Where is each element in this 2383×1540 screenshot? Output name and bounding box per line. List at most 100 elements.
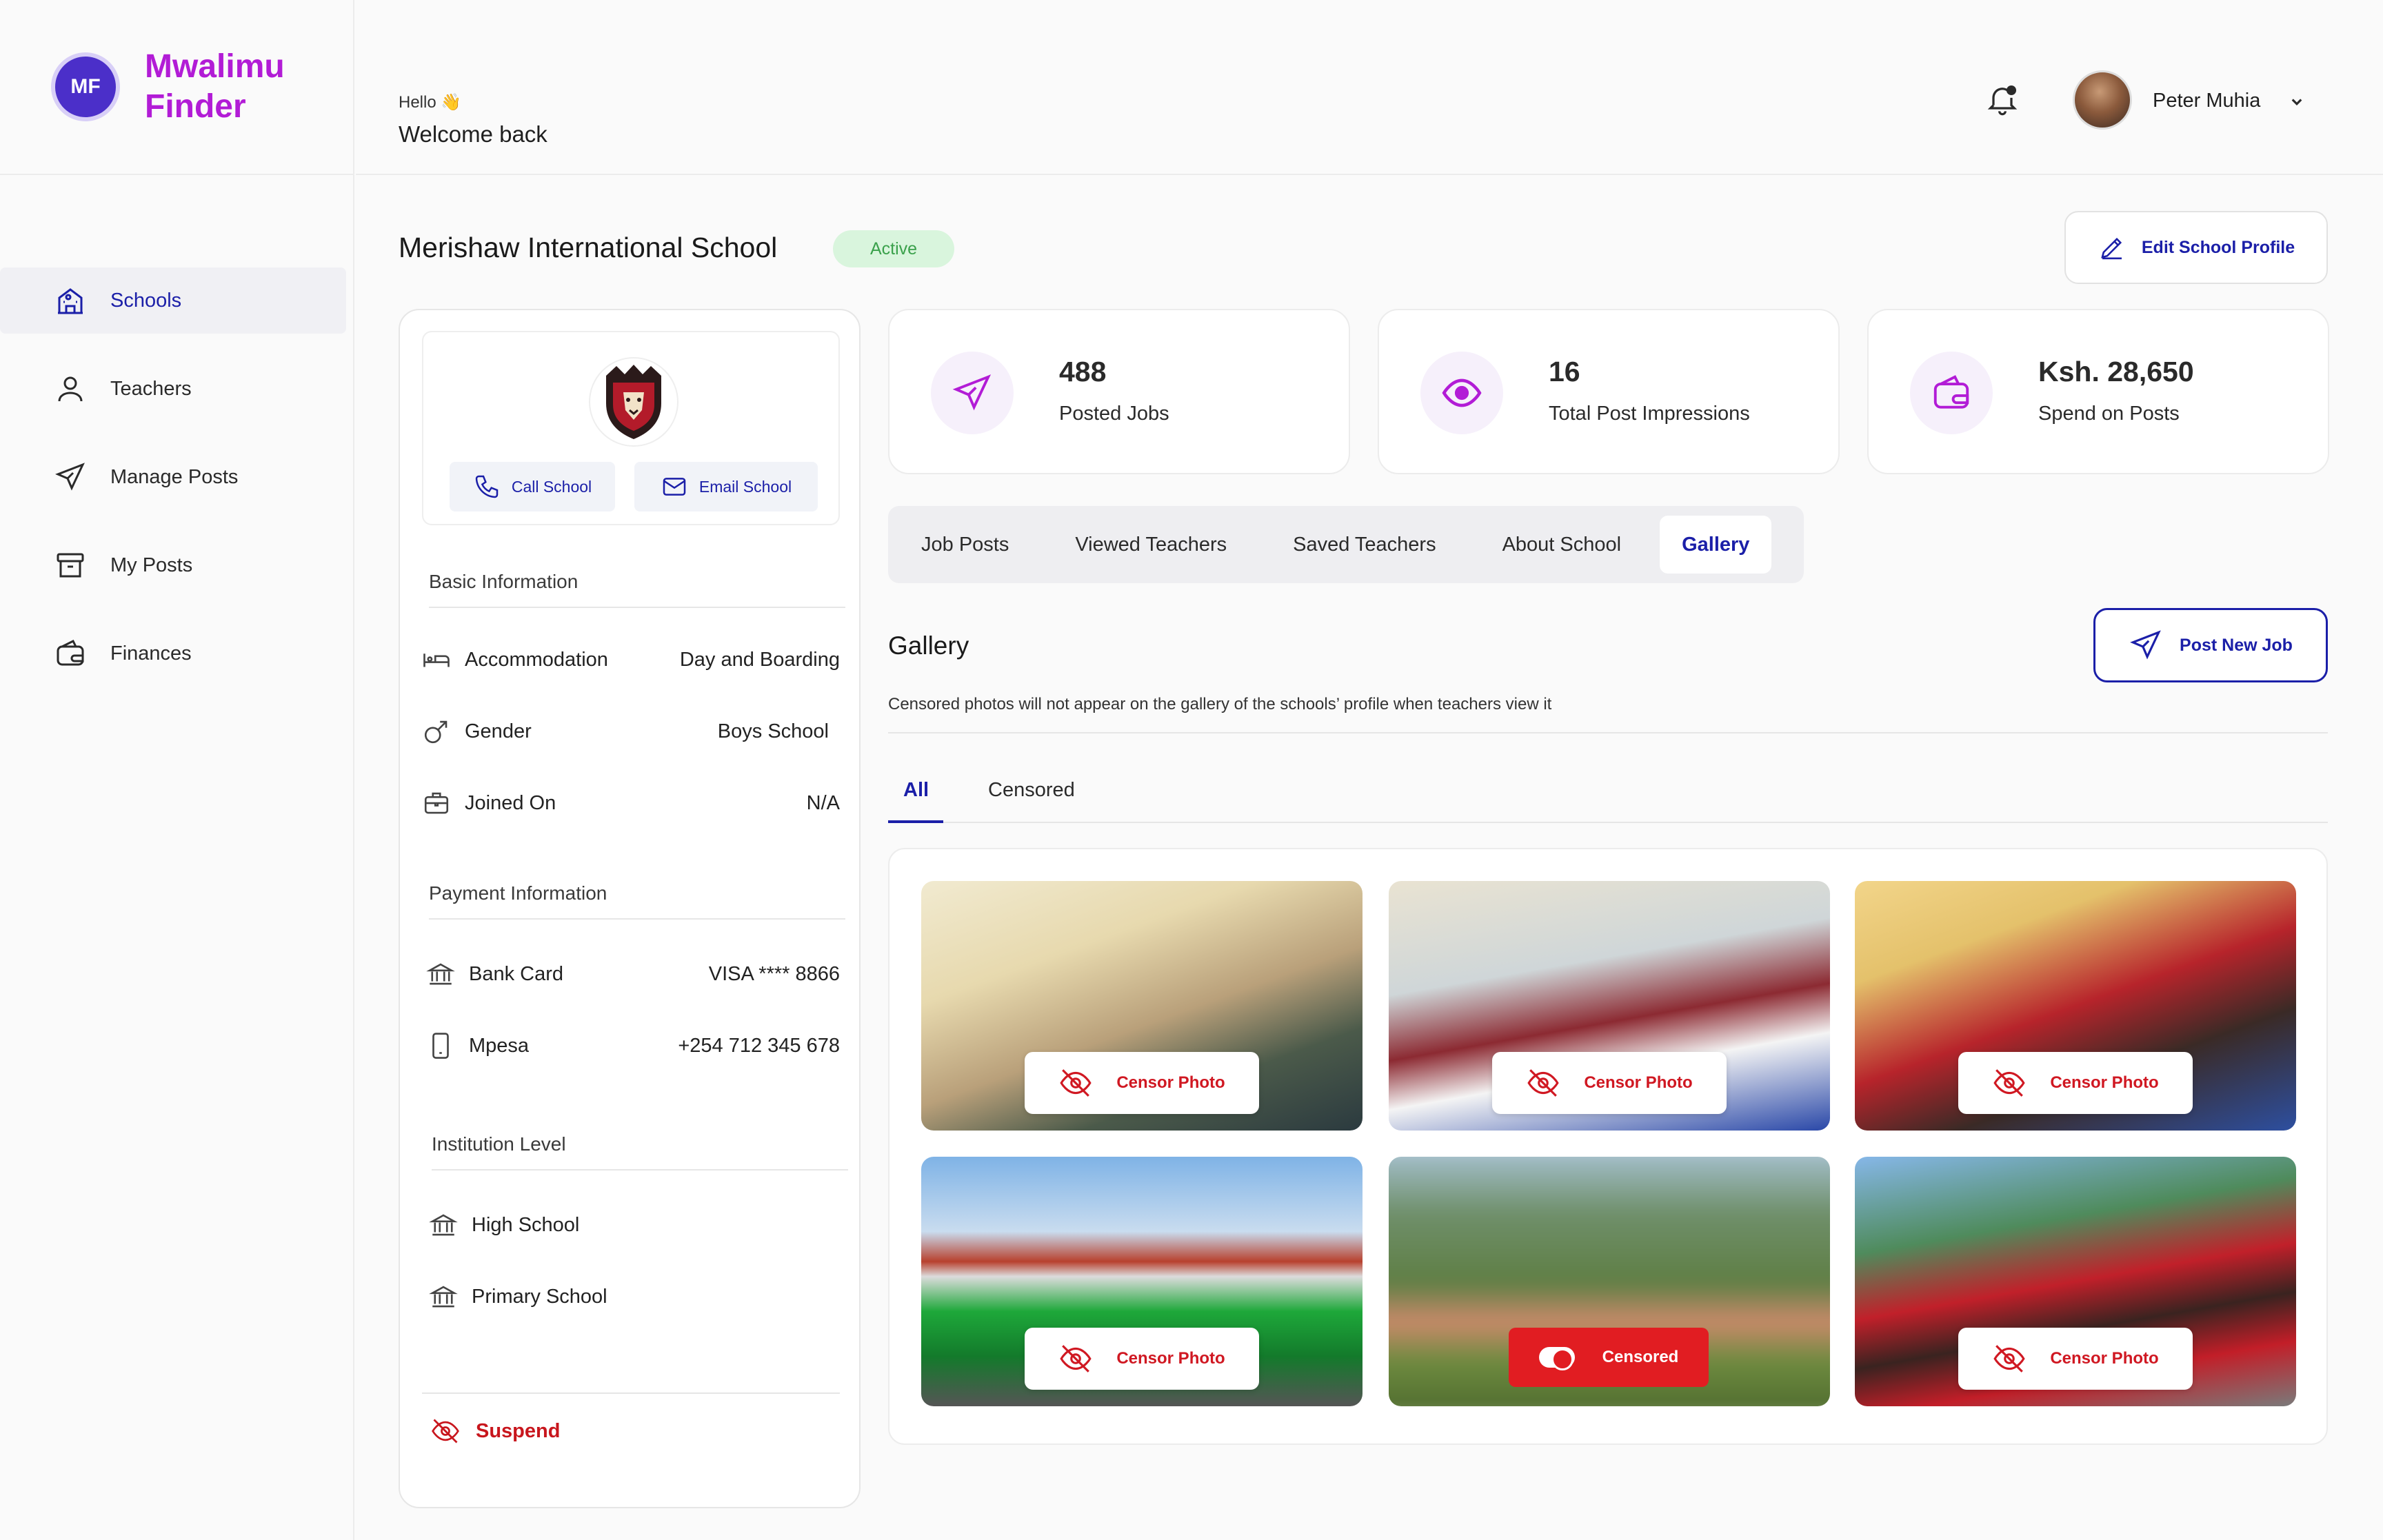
briefcase-icon [424, 792, 449, 814]
info-label: Bank Card [469, 962, 564, 985]
stat-value: 488 [1059, 356, 1107, 387]
gallery-photo[interactable]: Censor Photo [1855, 1157, 2296, 1406]
censor-photo-label: Censor Photo [1116, 1073, 1225, 1092]
info-value: Boys School [717, 720, 829, 742]
info-value: VISA **** 8866 [708, 962, 840, 985]
info-row-primary-school: Primary School [422, 1279, 840, 1314]
user-name[interactable]: Peter Muhia [2153, 90, 2260, 112]
sidebar-item-label: Finances [110, 642, 192, 665]
stat-value: Ksh. 28,650 [2038, 356, 2194, 387]
censor-photo-button[interactable]: Censor Photo [1958, 1328, 2193, 1390]
school-logo-box: Call School Email School [422, 331, 840, 525]
eye-off-icon [1993, 1069, 2025, 1097]
call-school-button[interactable]: Call School [450, 462, 615, 511]
brand-logo-icon: MF [51, 52, 120, 121]
sidebar-item-manage-posts[interactable]: Manage Posts [0, 444, 346, 510]
info-row-mpesa: Mpesa +254 712 345 678 [422, 1029, 840, 1063]
status-badge: Active [833, 230, 954, 267]
info-label: High School [472, 1213, 580, 1236]
gallery-photo-censored[interactable]: Censored [1389, 1157, 1830, 1406]
censored-toggle-button[interactable]: Censored [1509, 1328, 1709, 1387]
sidebar-item-teachers[interactable]: Teachers [0, 356, 346, 422]
suspend-button[interactable]: Suspend [422, 1392, 840, 1468]
stat-label: Posted Jobs [1059, 403, 1169, 425]
sidebar-item-label: Teachers [110, 377, 192, 400]
page-title: Merishaw International School [399, 232, 778, 263]
sidebar-item-finances[interactable]: Finances [0, 620, 346, 687]
eye-off-icon [1993, 1345, 2025, 1372]
basic-information-title: Basic Information [429, 571, 845, 608]
greeting-hello: Hello 👋 [399, 93, 462, 112]
user-icon [58, 376, 83, 402]
info-label: Joined On [465, 791, 556, 814]
stat-icon-wrap [1420, 352, 1503, 434]
send-icon [952, 374, 992, 411]
call-school-label: Call School [511, 477, 592, 496]
tab-gallery[interactable]: Gallery [1660, 516, 1772, 574]
edit-school-profile-button[interactable]: Edit School Profile [2064, 211, 2328, 284]
suspend-label: Suspend [476, 1419, 561, 1442]
sidebar-item-label: My Posts [110, 554, 193, 576]
stat-icon-wrap [1910, 352, 1993, 434]
info-label: Accommodation [465, 648, 608, 671]
gallery-photo[interactable]: Censor Photo [1855, 881, 2296, 1131]
eye-off-icon [1060, 1069, 1092, 1097]
info-row-accommodation: Accommodation Day and Boarding [422, 642, 840, 677]
brand[interactable]: MF Mwalimu Finder [0, 0, 354, 175]
eye-off-icon [1060, 1345, 1092, 1372]
bank-icon [429, 1286, 458, 1308]
phone-icon [475, 475, 499, 498]
gallery-subtabs: All Censored [887, 772, 2328, 823]
post-new-job-button[interactable]: Post New Job [2093, 608, 2328, 682]
stat-value: 16 [1549, 356, 1580, 387]
subtab-censored[interactable]: Censored [988, 779, 1075, 802]
censor-photo-button[interactable]: Censor Photo [1958, 1052, 2193, 1114]
info-row-high-school: High School [422, 1208, 840, 1242]
top-header: Hello 👋 Welcome back Peter Muhia [356, 0, 2383, 175]
censor-photo-button[interactable]: Censor Photo [1025, 1052, 1259, 1114]
info-value: N/A [806, 791, 840, 814]
stat-label: Spend on Posts [2038, 403, 2180, 425]
info-value: Day and Boarding [679, 648, 840, 671]
profile-tabs: Job Posts Viewed Teachers Saved Teachers… [888, 506, 1804, 583]
info-label: Gender [465, 720, 532, 742]
tab-viewed-teachers[interactable]: Viewed Teachers [1047, 516, 1254, 574]
send-icon [2130, 630, 2161, 660]
subtab-all[interactable]: All [887, 779, 944, 823]
gallery-note: Censored photos will not appear on the g… [888, 695, 2328, 733]
pencil-icon [2101, 237, 2122, 260]
gallery-title: Gallery [888, 631, 969, 660]
censor-photo-label: Censor Photo [1116, 1349, 1225, 1368]
sidebar: MF Mwalimu Finder Schools Teachers Manag… [0, 0, 354, 1540]
gallery-photo[interactable]: Censor Photo [921, 881, 1363, 1131]
toggle-switch [1538, 1347, 1575, 1370]
sidebar-item-my-posts[interactable]: My Posts [0, 532, 346, 598]
male-icon [424, 720, 448, 744]
gallery-photo[interactable]: Censor Photo [1389, 881, 1830, 1131]
censor-photo-label: Censor Photo [2050, 1073, 2159, 1092]
censor-photo-label: Censor Photo [1584, 1073, 1693, 1092]
bank-icon [429, 1214, 458, 1236]
mail-icon [663, 478, 686, 496]
tab-saved-teachers[interactable]: Saved Teachers [1265, 516, 1463, 574]
censor-photo-button[interactable]: Censor Photo [1492, 1052, 1727, 1114]
sidebar-nav: Schools Teachers Manage Posts My Posts F… [0, 267, 346, 709]
wallet-icon [57, 639, 84, 666]
email-school-button[interactable]: Email School [634, 462, 818, 511]
bed-icon [423, 654, 450, 667]
info-value: +254 712 345 678 [678, 1034, 840, 1057]
notification-bell-icon[interactable] [1984, 81, 2020, 117]
tab-about-school[interactable]: About School [1475, 516, 1649, 574]
tab-job-posts[interactable]: Job Posts [894, 516, 1036, 574]
censor-photo-button[interactable]: Censor Photo [1025, 1328, 1259, 1390]
gallery-photo[interactable]: Censor Photo [921, 1157, 1363, 1406]
post-new-job-label: Post New Job [2180, 635, 2293, 655]
info-row-joined-on: Joined On N/A [422, 786, 840, 820]
sidebar-item-schools[interactable]: Schools [0, 267, 346, 334]
avatar[interactable] [2073, 70, 2132, 130]
stat-card-spend: Ksh. 28,650 Spend on Posts [1867, 309, 2329, 474]
stat-icon-wrap [931, 352, 1014, 434]
info-label: Primary School [472, 1285, 607, 1308]
chevron-down-icon[interactable] [2286, 91, 2307, 112]
censored-label: Censored [1602, 1348, 1679, 1366]
